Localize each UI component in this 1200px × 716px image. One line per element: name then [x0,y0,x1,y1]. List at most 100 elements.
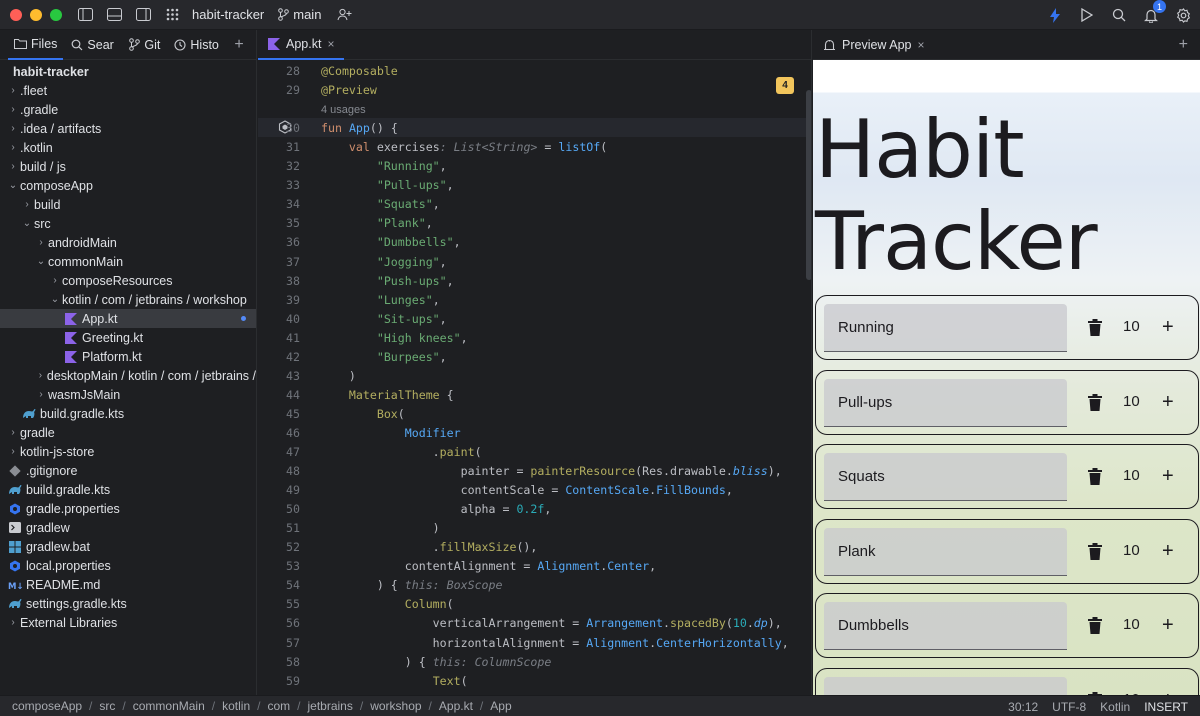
increment-plus-icon[interactable]: + [1162,541,1174,561]
breadcrumb-item[interactable]: com [267,699,290,713]
left-panel-toggle-icon[interactable] [76,6,94,24]
add-tab-plus-icon[interactable]: + [228,30,249,60]
delete-trash-icon[interactable] [1088,542,1104,561]
usages-hint[interactable]: 4 usages [321,102,366,116]
habit-name-field[interactable]: Squats [824,453,1067,502]
tree-item[interactable]: › External Libraries [0,613,256,632]
tab-preview-app[interactable]: Preview App × [813,30,935,60]
increment-plus-icon[interactable]: + [1162,317,1174,337]
breadcrumb-item[interactable]: commonMain [133,699,205,713]
chevron-right-icon[interactable]: › [34,370,47,381]
increment-plus-icon[interactable]: + [1162,466,1174,486]
run-icon[interactable] [1078,6,1096,24]
tree-item[interactable]: › gradle [0,423,256,442]
chevron-right-icon[interactable]: › [6,142,20,153]
warning-count-badge[interactable]: 4 [776,77,794,94]
tree-item[interactable]: › .fleet [0,81,256,100]
habit-name-field[interactable]: Pull-ups [824,378,1067,427]
maximize-window-button[interactable] [50,8,62,21]
tree-item[interactable]: Greeting.kt [0,328,256,347]
search-icon[interactable] [1110,6,1128,24]
tree-item[interactable]: › .kotlin [0,138,256,157]
tree-item[interactable]: settings.gradle.kts [0,594,256,613]
apps-grid-icon[interactable] [163,6,181,24]
close-tab-icon[interactable]: × [327,37,334,51]
tab-app-kt[interactable]: App.kt × [258,30,345,60]
tree-item[interactable]: ⌄ src [0,214,256,233]
increment-plus-icon[interactable]: + [1162,392,1174,412]
delete-trash-icon[interactable] [1088,468,1104,486]
editor-scrollbar[interactable] [806,90,811,280]
chevron-right-icon[interactable]: › [34,237,48,248]
code-area[interactable]: 28 @Composable 29 @Preview 4 usages 30 fun App… [258,60,811,695]
file-encoding[interactable]: UTF-8 [1052,700,1086,714]
habit-name-field[interactable]: Plank [824,527,1067,576]
tree-item[interactable]: › kotlin-js-store [0,442,256,461]
tree-item[interactable]: › .gradle [0,100,256,119]
chevron-right-icon[interactable]: › [48,275,62,286]
tree-item[interactable]: build.gradle.kts [0,404,256,423]
chevron-right-icon[interactable]: › [34,389,48,400]
tree-item[interactable]: › composeResources [0,271,256,290]
habit-name-field[interactable] [824,677,1067,695]
tree-item[interactable]: gradlew.bat [0,537,256,556]
bottom-panel-toggle-icon[interactable] [105,6,123,24]
tree-item[interactable]: App.kt [0,309,256,328]
breadcrumb-item[interactable]: kotlin [222,699,250,713]
tree-item[interactable]: gradlew [0,518,256,537]
habit-name-field[interactable]: Dumbbells [824,602,1067,651]
tree-item[interactable]: ⌄ composeApp [0,176,256,195]
chevron-right-icon[interactable]: › [6,161,20,172]
project-name[interactable]: habit-tracker [192,7,264,22]
breadcrumb-item[interactable]: App [490,699,511,713]
tree-item[interactable]: › .idea / artifacts [0,119,256,138]
add-collaborator-icon[interactable] [335,6,353,24]
delete-trash-icon[interactable] [1088,393,1104,412]
tab-search[interactable]: Sear [65,30,121,60]
notifications-icon[interactable]: 1 [1142,0,1166,24]
minimize-window-button[interactable] [30,8,42,21]
tree-item[interactable]: Platform.kt [0,347,256,366]
breadcrumb-item[interactable]: workshop [370,699,421,713]
tree-item[interactable]: › wasmJsMain [0,385,256,404]
breadcrumb-item[interactable]: App.kt [439,699,473,713]
tree-item[interactable]: ⌄ commonMain [0,252,256,271]
chevron-right-icon[interactable]: › [6,617,20,628]
tree-item[interactable]: .gitignore [0,461,256,480]
chevron-right-icon[interactable]: › [6,123,20,134]
tree-item[interactable]: › build / js [0,157,256,176]
close-preview-tab-icon[interactable]: × [917,38,924,52]
chevron-down-icon[interactable]: ⌄ [48,294,62,305]
chevron-right-icon[interactable]: › [20,199,34,210]
tree-item[interactable]: › desktopMain / kotlin / com / jetbrains … [0,366,256,385]
tab-git[interactable]: Git [123,30,166,60]
branch-selector[interactable]: main [278,7,321,22]
chevron-right-icon[interactable]: › [6,104,20,115]
chevron-down-icon[interactable]: ⌄ [6,180,20,191]
tree-item[interactable]: gradle.properties [0,499,256,518]
increment-plus-icon[interactable]: + [1162,615,1174,635]
file-language[interactable]: Kotlin [1100,700,1130,714]
chevron-right-icon[interactable]: › [6,427,20,438]
chevron-down-icon[interactable]: ⌄ [34,256,48,267]
breadcrumb-item[interactable]: src [99,699,115,713]
tree-item[interactable]: M↓ README.md [0,575,256,594]
chevron-right-icon[interactable]: › [6,85,20,96]
tree-item[interactable]: habit-tracker [0,62,256,81]
tree-item[interactable]: build.gradle.kts [0,480,256,499]
delete-trash-icon[interactable] [1088,617,1104,635]
habit-name-field[interactable]: Running [824,304,1067,352]
editor-mode[interactable]: INSERT [1144,700,1188,714]
tree-item[interactable]: ⌄ kotlin / com / jetbrains / workshop [0,290,256,309]
lightning-icon[interactable] [1046,6,1064,24]
close-window-button[interactable] [10,8,22,21]
tree-item[interactable]: › build [0,195,256,214]
tab-files[interactable]: Files [8,30,64,60]
tree-item[interactable]: › androidMain [0,233,256,252]
tree-item[interactable]: local.properties [0,556,256,575]
breadcrumb-item[interactable]: jetbrains [307,699,352,713]
settings-gear-icon[interactable] [1174,6,1192,24]
tab-history[interactable]: Histo [168,30,226,60]
right-panel-toggle-icon[interactable] [134,6,152,24]
breadcrumb-item[interactable]: composeApp [12,699,82,713]
